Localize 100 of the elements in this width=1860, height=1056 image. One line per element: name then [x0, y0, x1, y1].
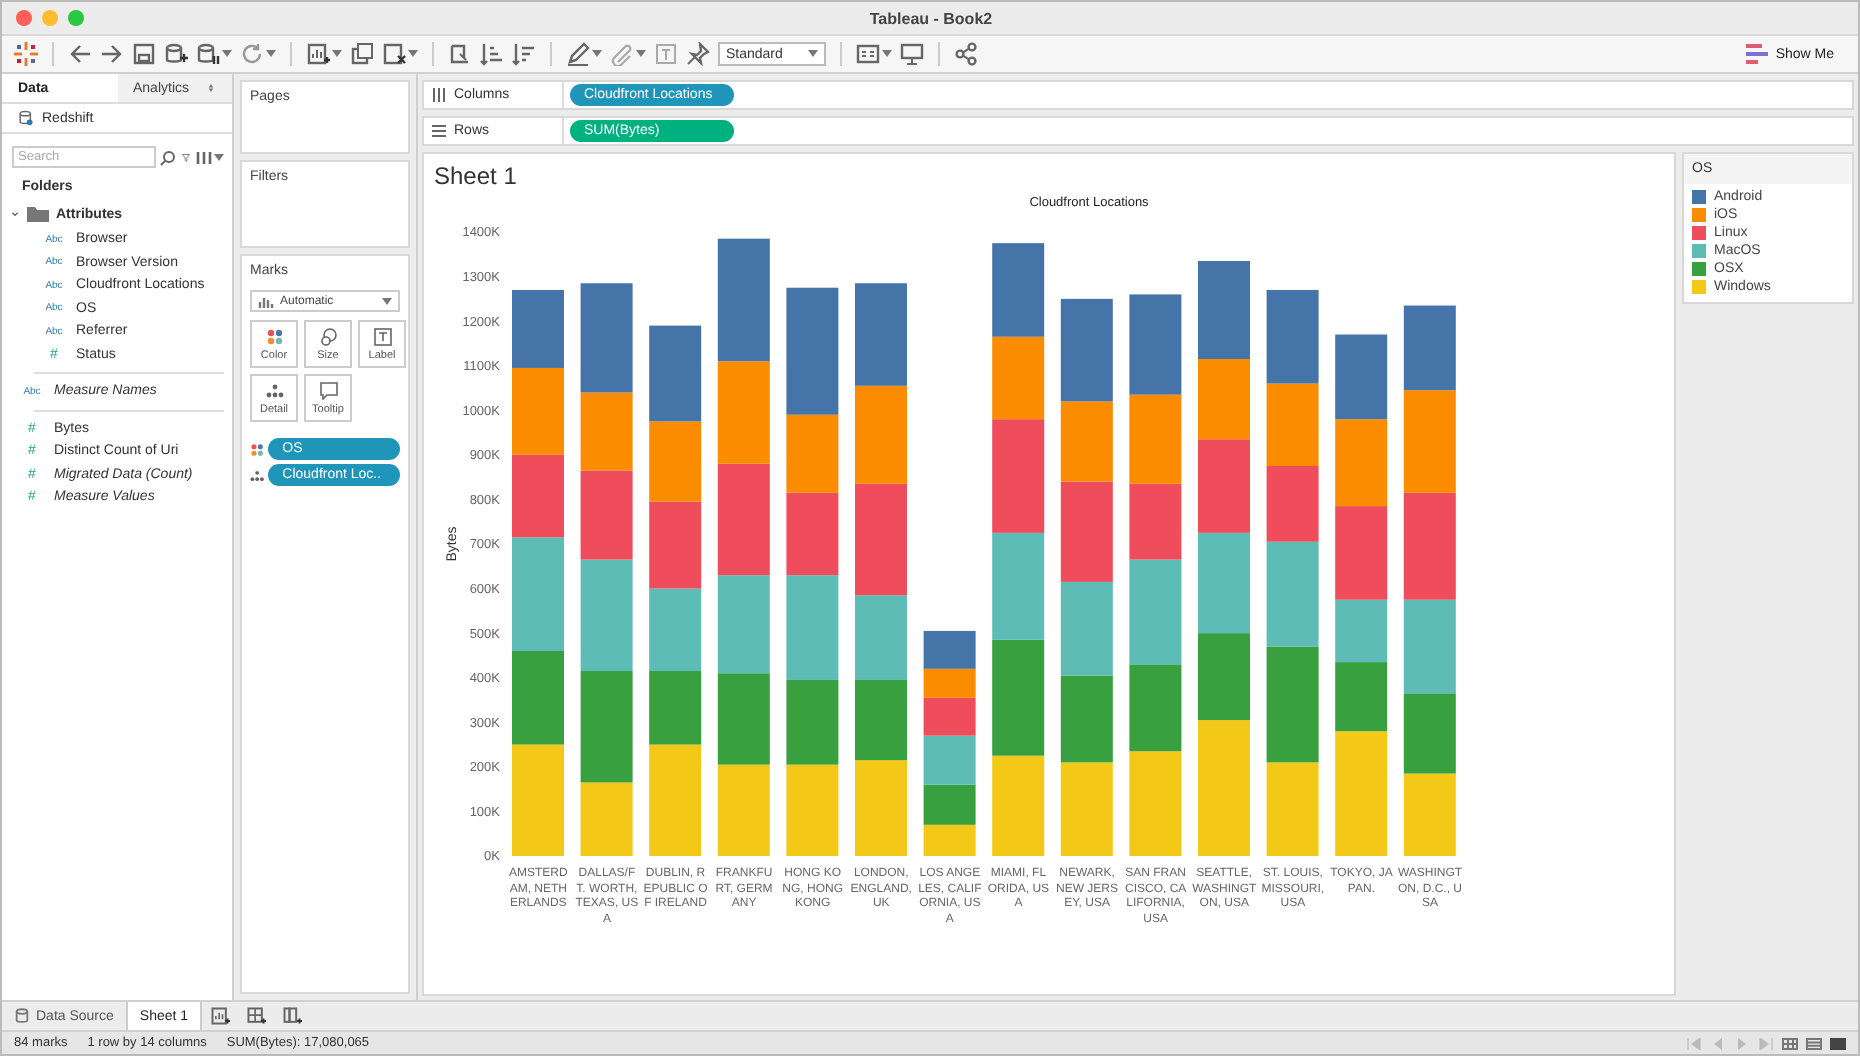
- bar-segment: [992, 532, 1045, 640]
- bar-segment: [855, 760, 907, 856]
- columns-icon: [196, 149, 212, 165]
- bar-segment: [717, 575, 770, 674]
- bars-icon: [1745, 42, 1770, 66]
- filter-icon[interactable]: [182, 149, 190, 165]
- pin-icon[interactable]: [686, 42, 710, 66]
- datasource-pause-button[interactable]: [196, 42, 232, 66]
- rows-icon: [432, 124, 446, 138]
- bar-segment: [1129, 751, 1182, 856]
- refresh-icon: [240, 42, 264, 66]
- new-datasource-icon[interactable]: [164, 42, 188, 66]
- fit-button[interactable]: [856, 42, 892, 66]
- bar-segment: [1198, 260, 1250, 360]
- bar-segment: [1198, 439, 1250, 533]
- bar-segment: [717, 238, 770, 362]
- bar-segment: [512, 454, 564, 538]
- bar-chart-icon: [258, 293, 274, 309]
- bar-segment: [992, 419, 1045, 533]
- bar-segment: [923, 735, 976, 785]
- window-title: Tableau - Book2: [867, 9, 995, 27]
- close-button[interactable]: [16, 10, 32, 26]
- dots-cluster-icon: [265, 381, 283, 399]
- back-arrow-icon[interactable]: [68, 42, 92, 66]
- new-dashboard-icon[interactable]: [246, 1006, 267, 1026]
- search-icon: [160, 149, 176, 165]
- bar-segment: [786, 764, 839, 856]
- bar-segment: [580, 559, 633, 672]
- clear-sheet-button[interactable]: [382, 42, 418, 66]
- dots-icon: [250, 441, 265, 457]
- bar-segment: [1129, 294, 1182, 395]
- bar-segment: [1403, 693, 1456, 774]
- new-story-icon[interactable]: [282, 1006, 303, 1026]
- bar-segment: [1266, 646, 1319, 763]
- save-icon[interactable]: [132, 42, 156, 66]
- bar-segment: [786, 679, 839, 765]
- bar-segment: [1060, 298, 1113, 402]
- bar-segment: [1335, 334, 1388, 420]
- view-options-button[interactable]: [196, 149, 224, 165]
- caret-icon: [332, 50, 342, 58]
- bar-segment: [512, 744, 564, 856]
- caret-icon: [636, 50, 646, 58]
- paperclip-button[interactable]: [610, 42, 646, 66]
- bar-segment: [717, 463, 770, 576]
- fit-icon: [856, 42, 880, 66]
- bar-segment: [992, 243, 1045, 337]
- bar-segment: [717, 361, 770, 464]
- bar-segment: [855, 483, 907, 596]
- bar-segment: [649, 325, 702, 422]
- new-worksheet-icon[interactable]: [210, 1006, 231, 1026]
- grid-view-icon[interactable]: [1782, 1037, 1798, 1049]
- bar-segment: [855, 595, 907, 680]
- datasource-pause-icon: [196, 42, 220, 66]
- caret-icon: [808, 50, 818, 58]
- columns-icon: [432, 88, 446, 102]
- bar-segment: [1060, 401, 1113, 482]
- bar-segment: [786, 492, 839, 576]
- dots-icon: [265, 327, 283, 345]
- caret-icon: [214, 153, 224, 161]
- sheet-title: Sheet 1: [434, 162, 519, 194]
- bar-segment: [1129, 394, 1182, 484]
- text-box-icon: [373, 327, 391, 345]
- caret-icon: [266, 50, 276, 58]
- logo-icon[interactable]: [14, 42, 38, 66]
- bar-segment: [855, 679, 907, 761]
- bar-segment: [992, 755, 1045, 856]
- bar-segment: [992, 639, 1045, 756]
- bar-segment: [1266, 383, 1319, 466]
- bar-segment: [512, 650, 564, 745]
- sort-ascending-icon[interactable]: [480, 42, 504, 66]
- circles-icon: [319, 327, 337, 345]
- bar-segment: [855, 385, 907, 484]
- bar-segment: [649, 501, 702, 589]
- forward-arrow-icon[interactable]: [100, 42, 124, 66]
- caret-icon: [882, 50, 892, 58]
- bar-segment: [580, 392, 633, 471]
- bar-segment: [717, 764, 770, 856]
- bar-segment: [1060, 675, 1113, 763]
- new-sheet-button[interactable]: [306, 42, 342, 66]
- bar-segment: [1403, 390, 1456, 493]
- bar-segment: [580, 470, 633, 560]
- share-icon[interactable]: [954, 42, 978, 66]
- clear-sheet-icon: [382, 42, 406, 66]
- database-icon: [18, 110, 34, 126]
- paperclip-icon: [610, 42, 634, 66]
- list-view-icon[interactable]: [1806, 1037, 1822, 1049]
- swap-icon[interactable]: [448, 42, 472, 66]
- bar-segment: [923, 697, 976, 736]
- presentation-icon[interactable]: [900, 42, 924, 66]
- caret-icon: [222, 50, 232, 58]
- bar-segment: [992, 336, 1045, 420]
- duplicate-icon[interactable]: [350, 42, 374, 66]
- sort-descending-icon[interactable]: [512, 42, 536, 66]
- dots-cluster-icon: [250, 467, 265, 483]
- filmstrip-view-icon[interactable]: [1830, 1037, 1846, 1049]
- refresh-button[interactable]: [240, 42, 276, 66]
- bar-segment: [1198, 359, 1250, 440]
- pen-button[interactable]: [566, 42, 602, 66]
- bar-segment: [923, 784, 976, 825]
- caret-icon: [592, 50, 602, 58]
